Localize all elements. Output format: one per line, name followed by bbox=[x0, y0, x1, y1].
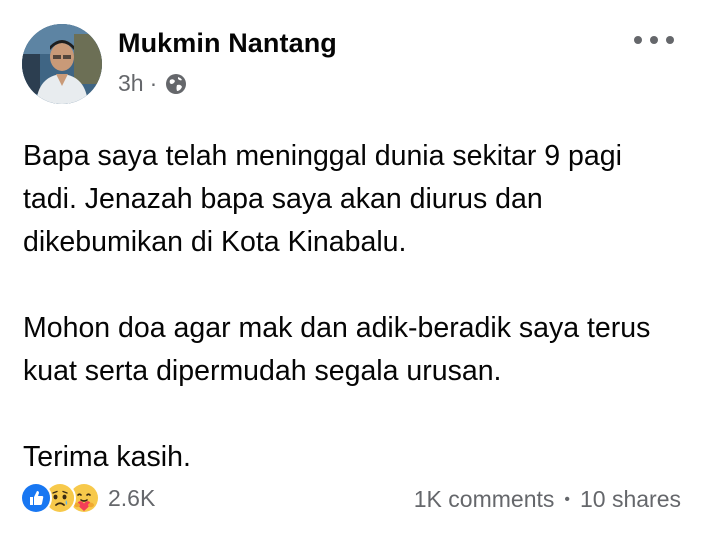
stats-separator: • bbox=[564, 490, 570, 508]
reaction-count: 2.6K bbox=[108, 484, 156, 511]
post-paragraph: Bapa saya telah meninggal dunia sekitar … bbox=[23, 140, 622, 258]
like-reaction-icon bbox=[20, 482, 52, 514]
more-dot bbox=[666, 36, 674, 44]
avatar-photo bbox=[22, 24, 102, 104]
comments-link[interactable]: 1K comments bbox=[414, 486, 555, 513]
more-options-icon[interactable] bbox=[634, 30, 674, 50]
post-paragraph: Mohon doa agar mak dan adik-beradik saya… bbox=[23, 312, 651, 387]
globe-icon[interactable] bbox=[165, 73, 187, 95]
more-dot bbox=[634, 36, 642, 44]
reactions-summary[interactable]: 2.6K bbox=[20, 482, 155, 514]
more-dot bbox=[650, 36, 658, 44]
facebook-post: Mukmin Nantang 3h · Bapa saya telah meni… bbox=[0, 0, 705, 540]
author-name[interactable]: Mukmin Nantang bbox=[118, 28, 337, 59]
post-paragraph: Terima kasih. bbox=[23, 441, 191, 473]
meta-separator: · bbox=[149, 70, 158, 96]
post-stats: 1K comments • 10 shares bbox=[414, 486, 681, 513]
avatar[interactable] bbox=[22, 24, 102, 104]
post-time[interactable]: 3h bbox=[118, 70, 144, 97]
shares-link[interactable]: 10 shares bbox=[580, 486, 681, 513]
post-body: Bapa saya telah meninggal dunia sekitar … bbox=[23, 135, 683, 479]
post-meta: 3h · bbox=[118, 70, 187, 97]
